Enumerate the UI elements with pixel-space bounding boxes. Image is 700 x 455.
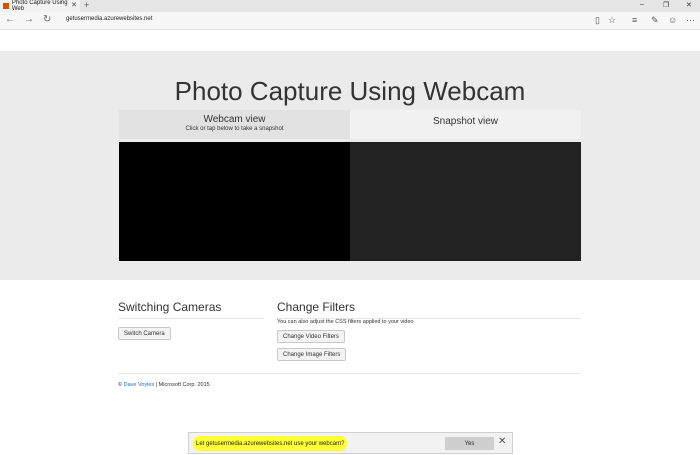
copyright-symbol: © — [118, 382, 123, 388]
webcam-video[interactable] — [119, 142, 350, 261]
page-title: Photo Capture Using Webcam — [174, 76, 526, 106]
permission-prompt: Let getusermedia.azurewebsites.net use y… — [193, 436, 348, 451]
allow-webcam-button[interactable]: Yes — [445, 437, 494, 450]
close-window-icon[interactable]: ✕ — [686, 1, 692, 9]
close-icon[interactable]: ✕ — [498, 436, 506, 447]
snapshot-view-title: Snapshot view — [432, 116, 499, 127]
forward-icon[interactable]: → — [24, 14, 34, 25]
tab-bar: Photo Capture Using Web ✕ + – ❐ ✕ — [0, 0, 700, 12]
hub-icon[interactable]: ≡ — [632, 15, 637, 25]
refresh-icon[interactable]: ↻ — [43, 14, 51, 25]
change-image-filters-button[interactable]: Change Image Filters — [277, 348, 347, 361]
switching-cameras-heading: Switching Cameras — [118, 300, 222, 314]
webcam-view-title: Webcam view — [203, 114, 266, 125]
navigation-bar: ← → ↻ getusermedia.azurewebsites.net ▯ ☆… — [0, 12, 700, 30]
address-bar[interactable]: getusermedia.azurewebsites.net — [66, 16, 152, 22]
new-tab-icon[interactable]: + — [84, 0, 89, 10]
webcam-permission-bar: Let getusermedia.azurewebsites.net use y… — [188, 432, 513, 454]
feedback-icon[interactable]: ☺ — [668, 15, 677, 25]
reading-view-icon[interactable]: ▯ — [595, 15, 600, 26]
snapshot-canvas — [350, 142, 581, 261]
browser-tab[interactable]: Photo Capture Using Web ✕ — [0, 0, 80, 12]
favicon-icon — [3, 3, 9, 9]
tab-snapshot-view[interactable]: Snapshot view — [350, 110, 581, 139]
filters-description: You can also adjust the CSS filters appl… — [277, 319, 414, 325]
minimize-icon[interactable]: – — [640, 1, 644, 8]
restore-icon[interactable]: ❐ — [663, 1, 669, 9]
tab-webcam-view[interactable]: Webcam view Click or tap below to take a… — [119, 110, 350, 139]
more-icon[interactable]: ⋯ — [686, 15, 695, 26]
divider — [118, 318, 264, 319]
favorite-icon[interactable]: ☆ — [608, 15, 616, 26]
footer-text: | Microsoft Corp. 2015 — [155, 382, 210, 388]
webcam-view-subtitle: Click or tap below to take a snapshot — [185, 126, 284, 132]
close-tab-icon[interactable]: ✕ — [71, 1, 77, 9]
footer: © Dave Voyles | Microsoft Corp. 2015 — [118, 382, 210, 388]
footer-divider — [118, 373, 581, 374]
change-filters-heading: Change Filters — [277, 300, 356, 314]
author-link[interactable]: Dave Voyles — [124, 382, 155, 388]
back-icon[interactable]: ← — [5, 14, 15, 25]
web-note-icon[interactable]: ✎ — [651, 15, 659, 26]
change-video-filters-button[interactable]: Change Video Filters — [277, 330, 345, 343]
tab-title: Photo Capture Using Web — [11, 0, 68, 12]
switch-camera-button[interactable]: Switch Camera — [118, 327, 171, 340]
